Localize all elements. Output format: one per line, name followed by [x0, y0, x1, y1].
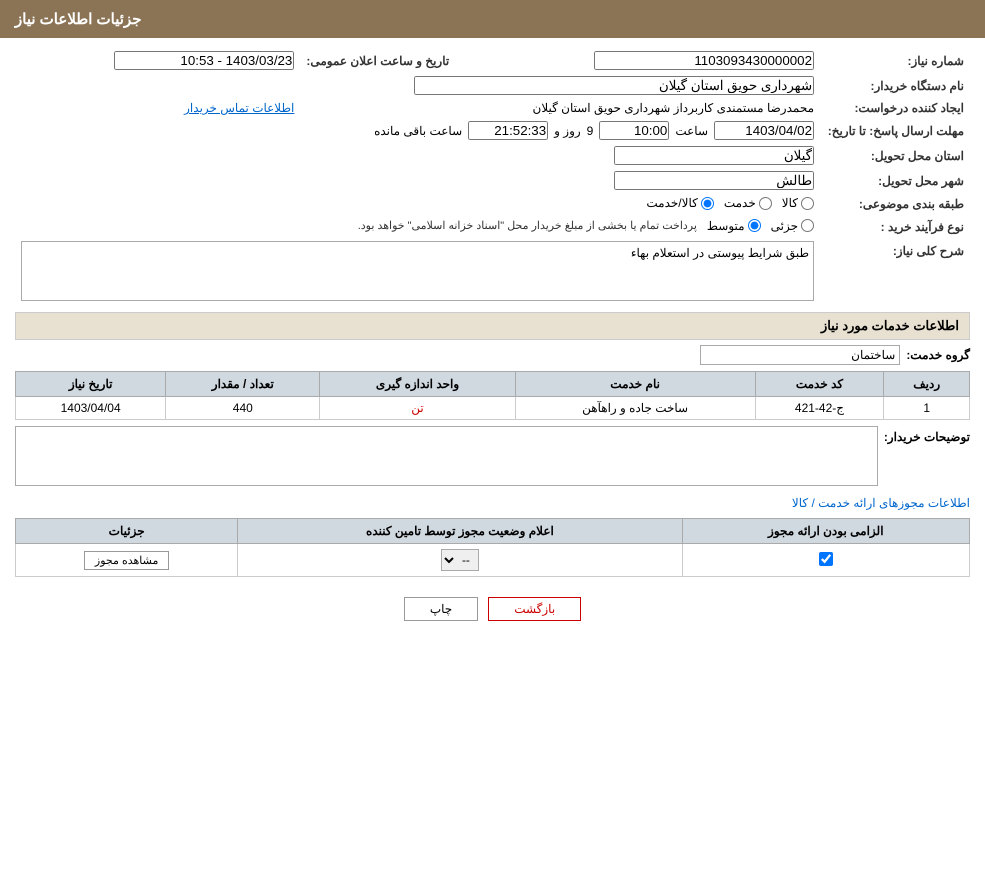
creator-value: محمدرضا مستمندی کاربرداز شهرداری حویق اس… — [533, 101, 814, 115]
buyer-notes-row: توضیحات خریدار: — [15, 426, 970, 486]
permit-status-select[interactable]: -- — [441, 549, 479, 571]
radio-khedmat-input[interactable] — [759, 197, 772, 210]
group-input[interactable] — [700, 345, 900, 365]
buyer-notes-label: توضیحات خریدار: — [884, 426, 970, 444]
table-row: -- مشاهده مجوز — [16, 544, 970, 577]
permit-required-checkbox[interactable] — [819, 552, 833, 566]
radio-medium: متوسط — [707, 219, 761, 233]
province-label: استان محل تحویل: — [820, 143, 970, 168]
need-number-input[interactable] — [594, 51, 814, 70]
col-service-name: نام خدمت — [515, 372, 755, 397]
reply-remaining-label: ساعت باقی مانده — [374, 124, 462, 138]
back-button[interactable]: بازگشت — [488, 597, 581, 621]
permits-link[interactable]: اطلاعات مجوزهای ارائه خدمت / کالا — [792, 496, 970, 510]
group-label: گروه خدمت: — [906, 348, 970, 362]
main-content: شماره نیاز: تاریخ و ساعت اعلان عمومی: نا… — [0, 38, 985, 651]
radio-kala-khedmat: کالا/خدمت — [646, 196, 713, 210]
contact-link-cell: اطلاعات تماس خریدار — [15, 98, 300, 118]
radio-medium-input[interactable] — [748, 219, 761, 232]
purchase-type-label: نوع فرآیند خرید : — [820, 216, 970, 239]
category-label: طبقه بندی موضوعی: — [820, 193, 970, 216]
contact-link[interactable]: اطلاعات تماس خریدار — [184, 101, 294, 115]
date-time-input[interactable] — [114, 51, 294, 70]
radio-medium-label: متوسط — [707, 219, 745, 233]
reply-remaining-input[interactable] — [468, 121, 548, 140]
col-service-code: کد خدمت — [755, 372, 884, 397]
reply-deadline-label: مهلت ارسال پاسخ: تا تاریخ: — [820, 118, 970, 143]
general-desc-value: طبق شرایط پیوستی در استعلام بهاء — [631, 246, 809, 260]
col-unit: واحد اندازه گیری — [320, 372, 515, 397]
col-rownum: ردیف — [884, 372, 970, 397]
print-button[interactable]: چاپ — [404, 597, 478, 621]
page-wrapper: جزئیات اطلاعات نیاز شماره نیاز: تاریخ و … — [0, 0, 985, 875]
permits-section: اطلاعات مجوزهای ارائه خدمت / کالا الزامی… — [15, 496, 970, 577]
reply-time-input[interactable] — [599, 121, 669, 140]
creator-cell: محمدرضا مستمندی کاربرداز شهرداری حویق اس… — [300, 98, 820, 118]
need-number-cell — [475, 48, 820, 73]
table-row: 1ج-42-421ساخت جاده و راهآهنتن4401403/04/… — [16, 397, 970, 420]
buyer-org-label: نام دستگاه خریدار: — [820, 73, 970, 98]
page-header: جزئیات اطلاعات نیاز — [0, 0, 985, 38]
reply-time-label: ساعت — [675, 124, 708, 138]
purchase-desc: پرداخت تمام یا بخشی از مبلغ خریدار محل "… — [358, 219, 697, 232]
purchase-type-cell: جزئی متوسط پرداخت تمام یا بخشی از مبلغ خ… — [15, 216, 820, 239]
province-input[interactable] — [614, 146, 814, 165]
radio-partial-label: جزئی — [771, 219, 798, 233]
radio-partial: جزئی — [771, 219, 814, 233]
permits-col-detail: جزئیات — [16, 519, 238, 544]
date-time-label: تاریخ و ساعت اعلان عمومی: — [300, 48, 455, 73]
radio-kala-label: کالا — [782, 196, 798, 210]
buyer-org-input[interactable] — [414, 76, 814, 95]
city-input[interactable] — [614, 171, 814, 190]
view-permit-button[interactable]: مشاهده مجوز — [84, 551, 169, 570]
buyer-org-cell — [15, 73, 820, 98]
service-section-title: اطلاعات خدمات مورد نیاز — [15, 312, 970, 340]
creator-label: ایجاد کننده درخواست: — [820, 98, 970, 118]
radio-khedmat: خدمت — [724, 196, 772, 210]
city-label: شهر محل تحویل: — [820, 168, 970, 193]
permits-table: الزامی بودن ارائه مجوز اعلام وضعیت مجوز … — [15, 518, 970, 577]
reply-date-input[interactable] — [714, 121, 814, 140]
service-table: ردیف کد خدمت نام خدمت واحد اندازه گیری ت… — [15, 371, 970, 420]
reply-days-value: 9 — [587, 124, 594, 138]
col-quantity: تعداد / مقدار — [166, 372, 320, 397]
permits-col-required: الزامی بودن ارائه مجوز — [682, 519, 969, 544]
date-time-cell — [15, 48, 300, 73]
reply-deadline-cell: ساعت 9 روز و ساعت باقی مانده — [15, 118, 820, 143]
radio-partial-input[interactable] — [801, 219, 814, 232]
city-cell — [15, 168, 820, 193]
bottom-buttons: بازگشت چاپ — [15, 597, 970, 621]
info-table: شماره نیاز: تاریخ و ساعت اعلان عمومی: نا… — [15, 48, 970, 238]
reply-day-label: روز و — [554, 124, 581, 138]
group-row: گروه خدمت: — [15, 345, 970, 365]
need-number-label: شماره نیاز: — [820, 48, 970, 73]
col-date: تاریخ نیاز — [16, 372, 166, 397]
page-title: جزئیات اطلاعات نیاز — [15, 11, 142, 28]
radio-kala-khedmat-input[interactable] — [701, 197, 714, 210]
general-desc-cell: طبق شرایط پیوستی در استعلام بهاء — [15, 238, 820, 304]
radio-kala-khedmat-label: کالا/خدمت — [646, 196, 697, 210]
buyer-notes-textarea[interactable] — [15, 426, 878, 486]
province-cell — [15, 143, 820, 168]
radio-khedmat-label: خدمت — [724, 196, 756, 210]
radio-kala-input[interactable] — [801, 197, 814, 210]
general-desc-box: طبق شرایط پیوستی در استعلام بهاء — [21, 241, 814, 301]
radio-kala: کالا — [782, 196, 814, 210]
general-desc-label: شرح کلی نیاز: — [820, 238, 970, 304]
category-cell: کالا خدمت کالا/خدمت — [15, 193, 820, 216]
permits-col-status: اعلام وضعیت مجوز توسط تامین کننده — [238, 519, 682, 544]
general-desc-table: شرح کلی نیاز: طبق شرایط پیوستی در استعلا… — [15, 238, 970, 304]
